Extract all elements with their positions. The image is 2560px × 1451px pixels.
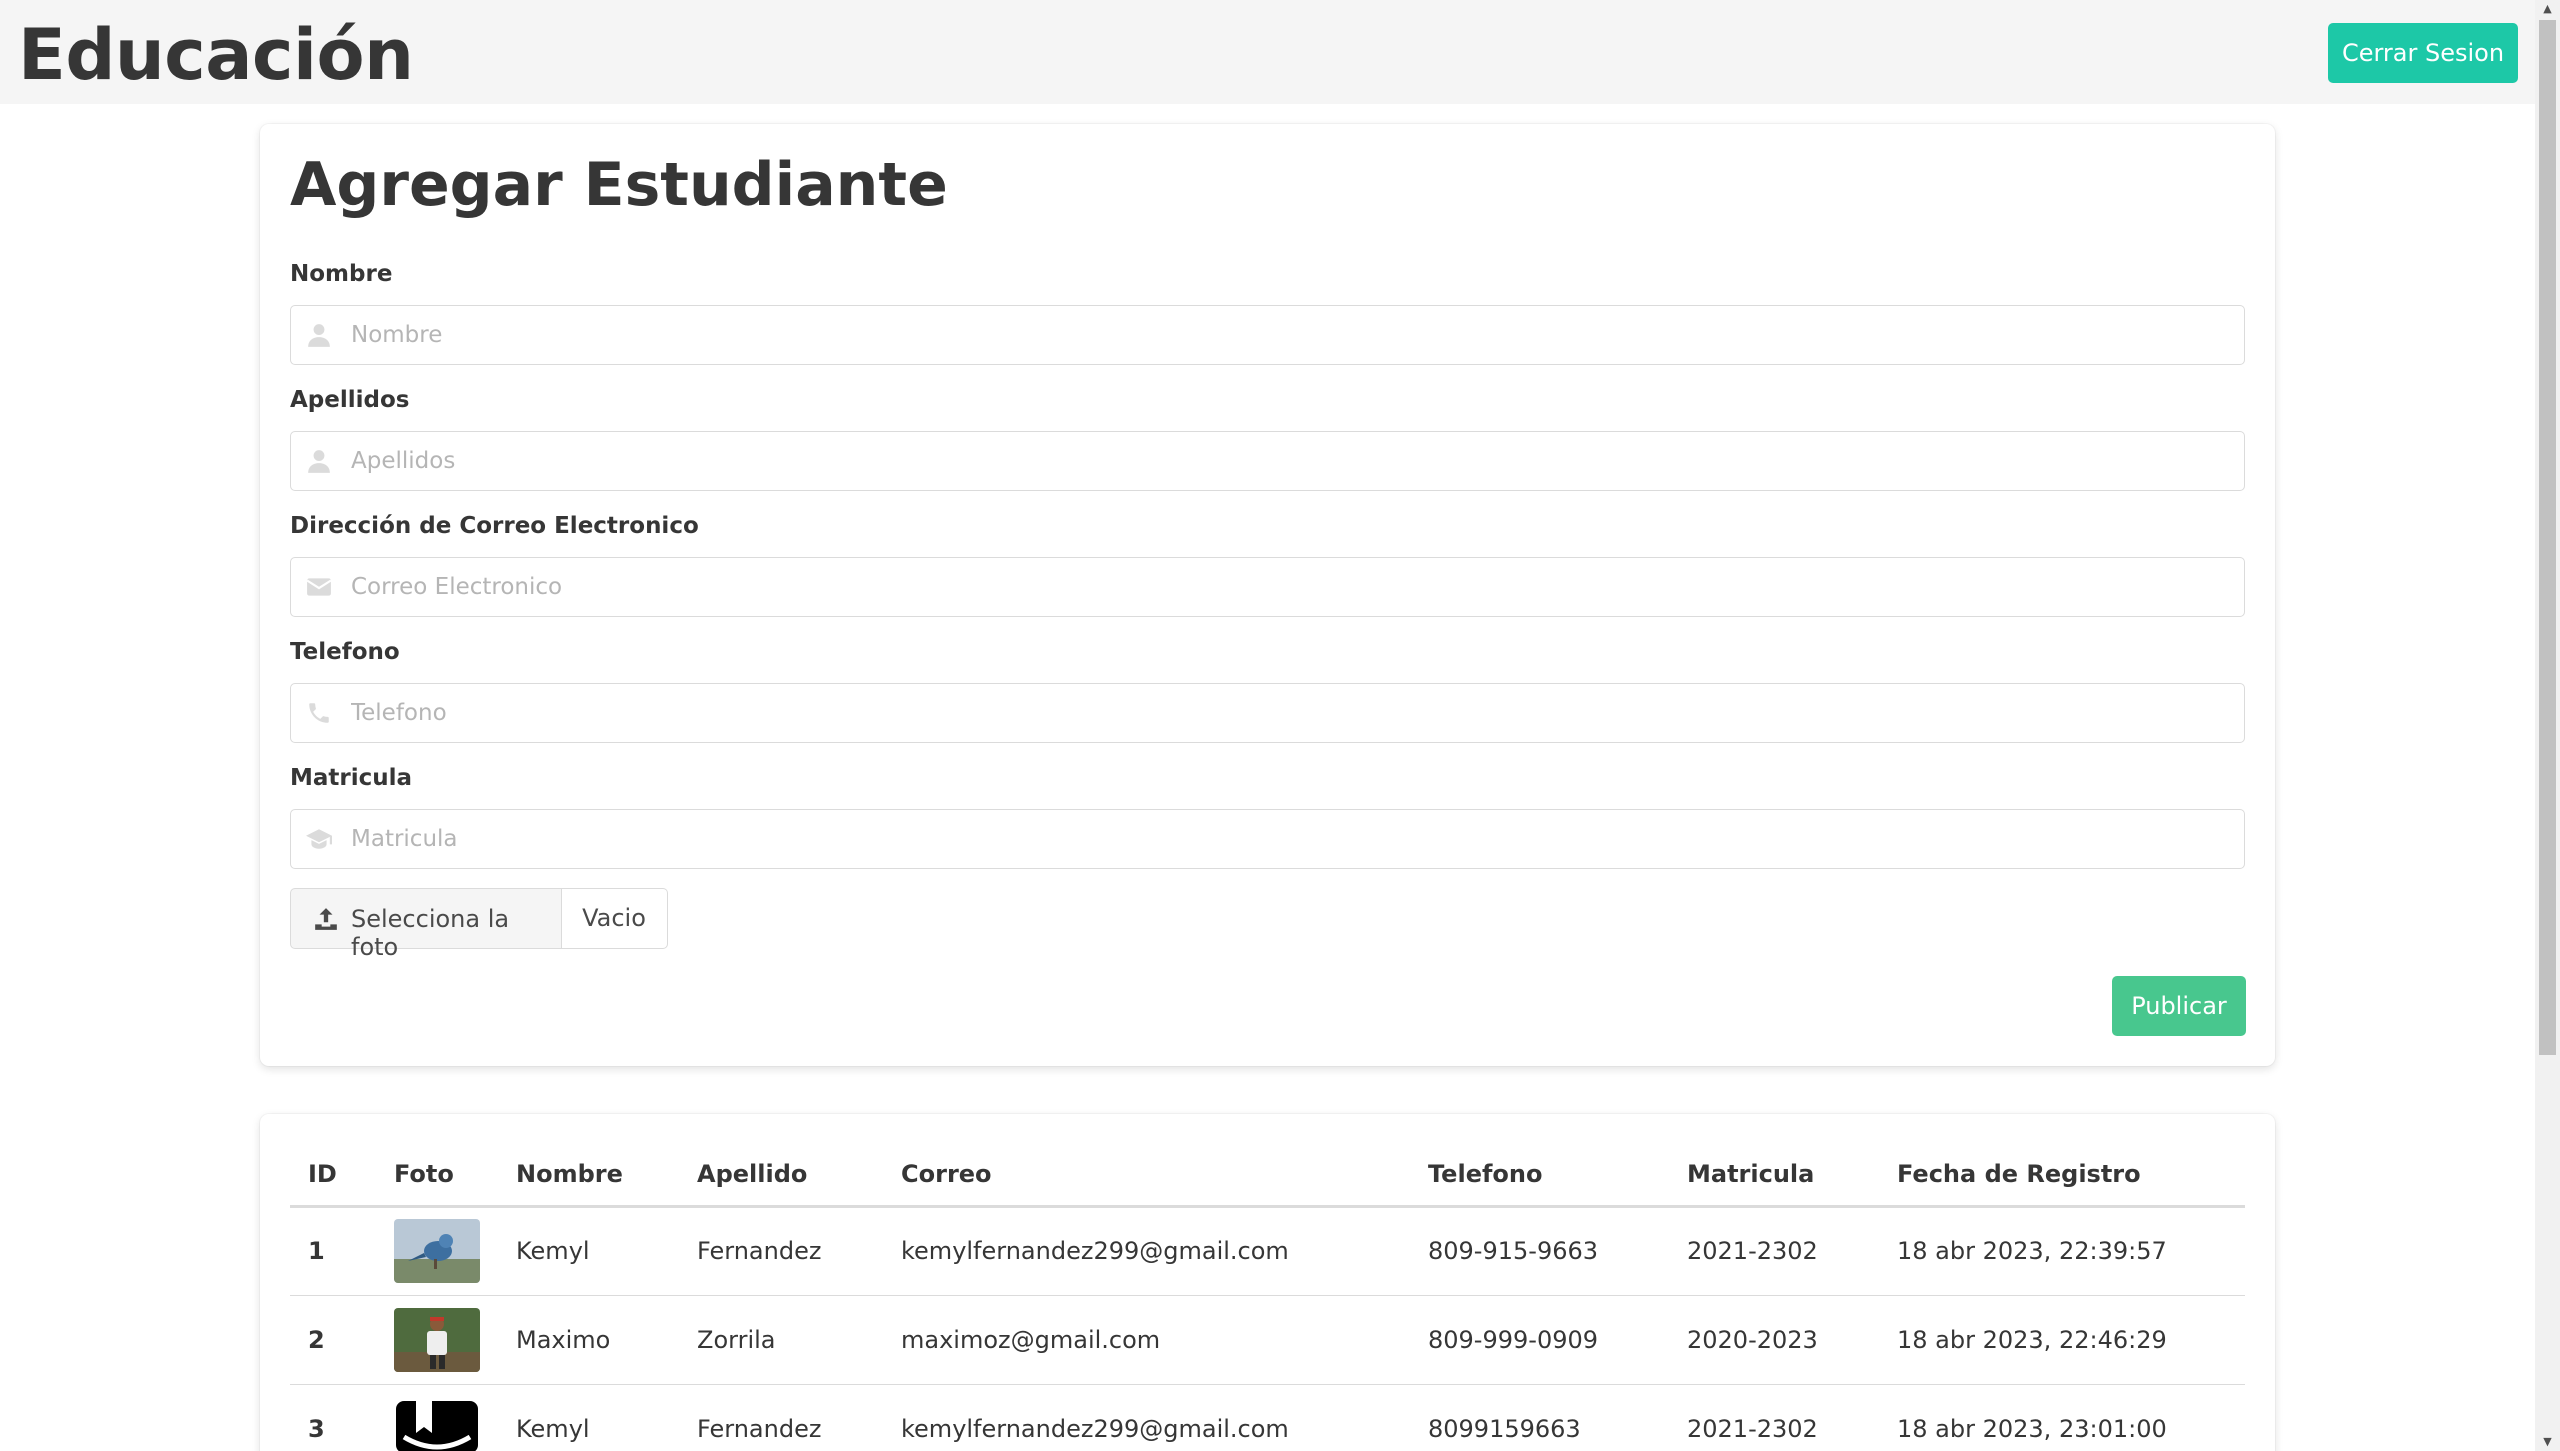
apellidos-label: Apellidos <box>290 387 410 413</box>
telefono-label: Telefono <box>290 639 400 665</box>
cell-telefono: 809-999-0909 <box>1410 1295 1669 1385</box>
table-header-row: ID Foto Nombre Apellido Correo Telefono … <box>290 1144 2245 1208</box>
add-student-form: Agregar Estudiante Nombre Apellidos Dire… <box>260 124 2275 1066</box>
cell-apellido: Zorrila <box>679 1295 883 1385</box>
cell-matricula: 2021-2302 <box>1669 1206 1879 1296</box>
cell-matricula: 2020-2023 <box>1669 1295 1879 1385</box>
navbar: Educación Cerrar Sesion <box>0 0 2535 104</box>
cell-apellido: Fernandez <box>679 1384 883 1451</box>
table-row: 2 Maximo Zorrila maximoz@gmail.com 809-9… <box>290 1295 2245 1385</box>
select-photo-label: Selecciona la foto <box>351 905 510 961</box>
cell-id: 2 <box>290 1295 376 1385</box>
col-fecha: Fecha de Registro <box>1879 1144 2245 1208</box>
upload-icon <box>315 908 337 930</box>
scrollbar-thumb[interactable] <box>2539 20 2556 1055</box>
students-table: ID Foto Nombre Apellido Correo Telefono … <box>290 1144 2245 1451</box>
cell-correo: kemylfernandez299@gmail.com <box>883 1384 1410 1451</box>
user-icon <box>308 450 330 473</box>
cell-telefono: 809-915-9663 <box>1410 1206 1669 1296</box>
matricula-label: Matricula <box>290 765 413 791</box>
nombre-label: Nombre <box>290 261 393 287</box>
col-correo: Correo <box>883 1144 1410 1208</box>
correo-input[interactable] <box>290 557 2245 617</box>
cell-correo: kemylfernandez299@gmail.com <box>883 1206 1410 1296</box>
publish-button[interactable]: Publicar <box>2112 976 2246 1036</box>
brand-title: Educación <box>18 14 414 96</box>
col-nombre: Nombre <box>498 1144 679 1208</box>
col-telefono: Telefono <box>1410 1144 1669 1208</box>
col-foto: Foto <box>376 1144 498 1208</box>
cell-nombre: Maximo <box>498 1295 679 1385</box>
nombre-input[interactable] <box>290 305 2245 365</box>
phone-icon <box>309 703 329 723</box>
cell-nombre: Kemyl <box>498 1384 679 1451</box>
table-row: 1 Kemyl Fernandez kemylfernandez299@gmai… <box>290 1206 2245 1296</box>
book-icon-photo <box>394 1396 480 1451</box>
file-name: Vacio <box>561 888 668 949</box>
cell-fecha: 18 abr 2023, 22:39:57 <box>1879 1206 2245 1296</box>
cell-id: 3 <box>290 1384 376 1451</box>
cell-telefono: 8099159663 <box>1410 1384 1669 1451</box>
envelope-icon <box>306 578 332 596</box>
cell-fecha: 18 abr 2023, 22:46:29 <box>1879 1295 2245 1385</box>
cell-matricula: 2021-2302 <box>1669 1384 1879 1451</box>
cell-foto <box>376 1384 498 1451</box>
cell-id: 1 <box>290 1206 376 1296</box>
scroll-down-arrow-icon[interactable]: ▼ <box>2535 1433 2560 1451</box>
select-photo-button[interactable]: Selecciona la foto <box>290 888 562 961</box>
table-row: 3 Kemyl Fernandez kemylfernandez299@gmai… <box>290 1384 2245 1451</box>
cell-fecha: 18 abr 2023, 23:01:00 <box>1879 1384 2245 1451</box>
scroll-up-arrow-icon[interactable]: ▲ <box>2535 0 2560 18</box>
cell-foto <box>376 1295 498 1385</box>
col-id: ID <box>290 1144 376 1208</box>
form-title: Agregar Estudiante <box>290 150 948 220</box>
logout-button[interactable]: Cerrar Sesion <box>2328 23 2518 83</box>
col-matricula: Matricula <box>1669 1144 1879 1208</box>
correo-label: Dirección de Correo Electronico <box>290 513 699 539</box>
students-table-card: ID Foto Nombre Apellido Correo Telefono … <box>260 1114 2275 1451</box>
user-icon <box>308 324 330 347</box>
cell-foto <box>376 1206 498 1296</box>
cell-correo: maximoz@gmail.com <box>883 1295 1410 1385</box>
telefono-input[interactable] <box>290 683 2245 743</box>
person-photo <box>394 1307 480 1372</box>
bird-photo <box>394 1219 480 1283</box>
cell-apellido: Fernandez <box>679 1206 883 1296</box>
graduation-cap-icon <box>306 829 332 849</box>
apellidos-input[interactable] <box>290 431 2245 491</box>
col-apellido: Apellido <box>679 1144 883 1208</box>
matricula-input[interactable] <box>290 809 2245 869</box>
cell-nombre: Kemyl <box>498 1206 679 1296</box>
